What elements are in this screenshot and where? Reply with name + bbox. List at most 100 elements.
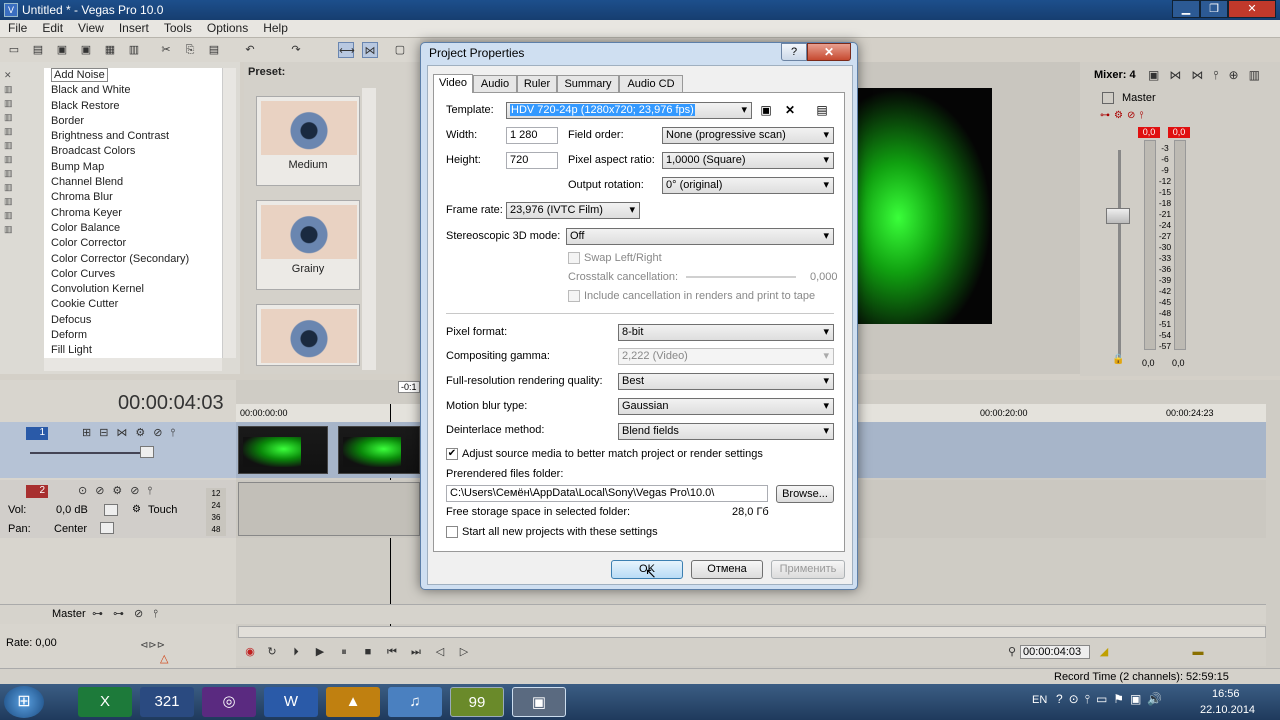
width-field[interactable]: 1 280 <box>506 127 558 144</box>
mixer-toolbar[interactable]: ▣⋈⋈⫯⊕▥ <box>1148 68 1270 83</box>
cancel-button[interactable]: Отмена <box>691 560 763 579</box>
list-item[interactable]: Chroma Keyer <box>44 206 222 221</box>
list-item[interactable]: Channel Blend <box>44 175 222 190</box>
crosstalk-slider[interactable] <box>686 276 796 278</box>
slider-knob[interactable] <box>140 446 154 458</box>
vegas-icon[interactable]: ▣ <box>512 687 566 717</box>
rate-slider[interactable]: ⊲⊳⊳ <box>140 640 165 651</box>
motion-blur-select[interactable]: Gaussian <box>618 398 834 415</box>
preset-item[interactable] <box>256 304 360 366</box>
excel-icon[interactable]: X <box>78 687 132 717</box>
language-indicator[interactable]: EN <box>1032 694 1047 706</box>
master-fader-knob[interactable] <box>1106 208 1130 224</box>
preset-scrollbar[interactable] <box>362 88 376 370</box>
include-cancellation-checkbox[interactable] <box>568 290 580 302</box>
menu-file[interactable]: File <box>0 20 34 35</box>
go-to-start-icon[interactable]: ⏮ <box>384 645 400 659</box>
help-button[interactable]: ? <box>781 43 807 61</box>
next-frame-icon[interactable]: ▷ <box>456 645 472 659</box>
loop-icon[interactable]: ↻ <box>264 645 280 659</box>
pixel-aspect-select[interactable]: 1,0000 (Square) <box>662 152 834 169</box>
lock-icon[interactable]: 🔒 <box>1112 354 1124 365</box>
avast-icon[interactable]: ▲ <box>326 687 380 717</box>
field-order-select[interactable]: None (progressive scan) <box>662 127 834 144</box>
preset-medium[interactable]: Medium <box>256 96 360 186</box>
menu-edit[interactable]: Edit <box>34 20 70 35</box>
apply-button[interactable]: Применить <box>771 560 845 579</box>
list-item[interactable]: Add Noise <box>44 68 222 84</box>
delete-template-icon[interactable]: ✕ <box>782 102 798 118</box>
copy-icon[interactable]: ⎘ <box>182 42 198 58</box>
list-item[interactable]: Color Balance <box>44 221 222 236</box>
tuning-icon[interactable]: ⚲ <box>1004 645 1020 659</box>
template-select[interactable]: HDV 720-24p (1280x720; 23,976 fps) <box>506 102 752 119</box>
tab-audio[interactable]: Audio <box>473 75 517 93</box>
go-to-end-icon[interactable]: ⏭ <box>408 645 424 659</box>
list-item[interactable]: Convolution Kernel <box>44 282 222 297</box>
swap-left-right-checkbox[interactable] <box>568 252 580 264</box>
menu-tools[interactable]: Tools <box>156 20 199 35</box>
timeline-hscrollbar[interactable] <box>238 626 1266 638</box>
list-item[interactable]: Color Curves <box>44 267 222 282</box>
touch-label[interactable]: Touch <box>148 504 177 516</box>
adjust-source-checkbox[interactable]: ✔ <box>446 448 458 460</box>
tab-audio-cd[interactable]: Audio CD <box>619 75 683 93</box>
clock-date[interactable]: 22.10.2014 <box>1200 704 1255 716</box>
paste-icon[interactable]: ▤ <box>206 42 222 58</box>
video-track-controls[interactable]: ⊞⊟⋈⚙⊘⫯ <box>82 426 183 440</box>
list-item[interactable]: Black Restore <box>44 99 222 114</box>
fx-list-scrollbar[interactable] <box>222 68 236 358</box>
save-icon[interactable]: ▣ <box>54 42 70 58</box>
list-item[interactable]: Color Corrector (Secondary) <box>44 252 222 267</box>
dialog-close-button[interactable]: ✕ <box>807 43 851 61</box>
windows-start-icon[interactable]: ⊞ <box>4 686 44 718</box>
start-all-projects-checkbox[interactable] <box>446 526 458 538</box>
tray-icons[interactable]: ?⊙⫯▭⚑▣🔊 <box>1056 692 1168 707</box>
record-icon[interactable]: ◉ <box>242 645 258 659</box>
new-icon[interactable]: ▭ <box>6 42 22 58</box>
save-template-icon[interactable]: ▣ <box>758 102 774 118</box>
pixel-format-select[interactable]: 8-bit <box>618 324 834 341</box>
menu-help[interactable]: Help <box>255 20 295 35</box>
stereo-3d-select[interactable]: Off <box>566 228 834 245</box>
window-close-button[interactable]: ✕ <box>1228 0 1276 18</box>
output-rotation-select[interactable]: 0° (original) <box>662 177 834 194</box>
play-from-start-icon[interactable]: ⏵ <box>288 645 304 659</box>
compositing-gamma-select[interactable]: 2,222 (Video) <box>618 348 834 365</box>
prerendered-folder-field[interactable]: C:\Users\Семён\AppData\Local\Sony\Vegas … <box>446 485 768 502</box>
frame-rate-select[interactable]: 23,976 (IVTC Film) <box>506 202 640 219</box>
play-icon[interactable]: ▶ <box>312 645 328 659</box>
disc-icon[interactable]: ◎ <box>202 687 256 717</box>
sticky-99-icon[interactable]: 99 <box>450 687 504 717</box>
list-item[interactable]: Deform <box>44 328 222 343</box>
match-media-icon[interactable]: ▤ <box>814 102 830 118</box>
composite-level-slider[interactable] <box>30 452 150 454</box>
list-item[interactable]: Bump Map <box>44 160 222 175</box>
selection-tool-icon[interactable]: ▢ <box>392 42 408 58</box>
master-controls[interactable]: ⊶⚙⊘⫯ <box>1100 110 1148 121</box>
clock-time[interactable]: 16:56 <box>1212 688 1240 700</box>
pan-slider[interactable] <box>100 522 114 534</box>
audio-track-controls[interactable]: ⊙⊘⚙⊘⫯ <box>78 484 160 498</box>
list-item[interactable]: Border <box>44 114 222 129</box>
region-icon[interactable]: ▬ <box>1190 645 1206 659</box>
list-item[interactable]: Cookie Cutter <box>44 297 222 312</box>
list-item[interactable]: Black and White <box>44 83 222 98</box>
prev-frame-icon[interactable]: ◁ <box>432 645 448 659</box>
audio-icon[interactable]: ♫ <box>388 687 442 717</box>
fx-list-hscrollbar[interactable] <box>44 358 222 371</box>
cut-icon[interactable]: ✂ <box>158 42 174 58</box>
height-field[interactable]: 720 <box>506 152 558 169</box>
envelope-tool-icon[interactable]: ⋈ <box>362 42 378 58</box>
panel-grip[interactable]: ✕ ▥ ▥ ▥ ▥ ▥ ▥ ▥ ▥ ▥ ▥ ▥ <box>4 68 18 358</box>
preset-grainy[interactable]: Grainy <box>256 200 360 290</box>
master-bus-controls[interactable]: ⊶⊶⊘⫯ <box>92 607 168 621</box>
normal-edit-tool-icon[interactable]: ⟷ <box>338 42 355 58</box>
video-clip[interactable] <box>338 426 420 474</box>
properties-icon[interactable]: ▥ <box>126 42 142 58</box>
audio-clip[interactable] <box>238 482 420 536</box>
list-item[interactable]: Broadcast Colors <box>44 144 222 159</box>
automation-icon[interactable]: ⚙ <box>132 504 141 515</box>
video-clip[interactable] <box>238 426 328 474</box>
tab-ruler[interactable]: Ruler <box>517 75 557 93</box>
